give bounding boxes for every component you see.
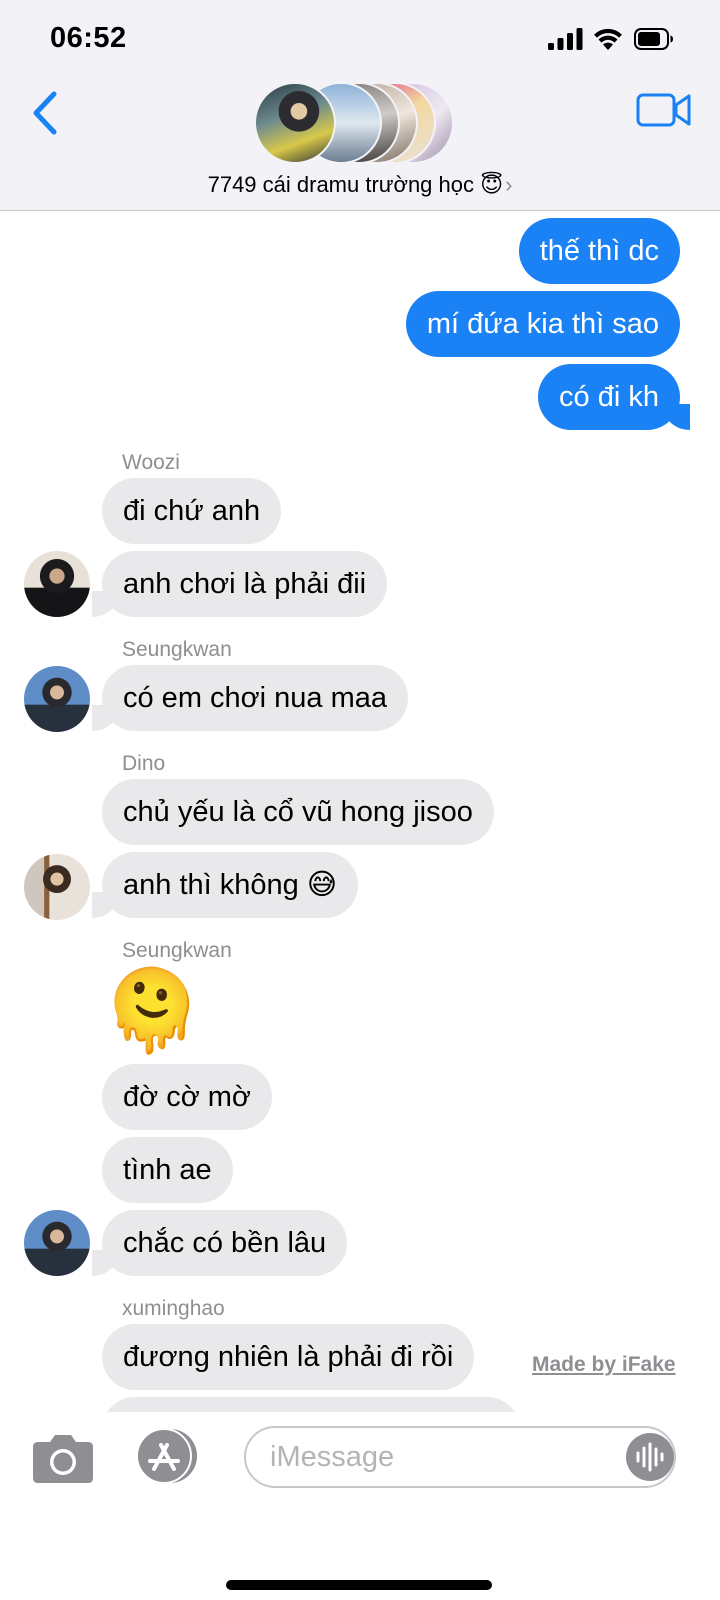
message-bubble-outgoing[interactable]: thế thì dc [518, 218, 680, 284]
melting-face-emoji[interactable]: 🫠 [102, 963, 202, 1059]
message-bubble-incoming[interactable]: chắc có bền lâu [102, 1210, 348, 1276]
sender-name: Seungkwan [122, 939, 232, 962]
avatar-seungkwan[interactable] [24, 1210, 90, 1276]
message-bubble-incoming[interactable]: đương nhiên là phải đi rồi [102, 1324, 475, 1390]
wifi-icon [594, 28, 622, 50]
battery-icon [634, 28, 673, 50]
back-button[interactable] [28, 88, 68, 138]
bubble-tail [664, 404, 690, 430]
sender-name: Seungkwan [122, 638, 232, 661]
conversation-header: 06:52 7749 cái dramu trường học 😇› [0, 0, 720, 211]
message-bubble-incoming[interactable]: anh thì không 😅 [102, 852, 359, 918]
group-name[interactable]: 7749 cái dramu trường học 😇› [0, 172, 720, 198]
sender-name: Dino [122, 752, 166, 775]
video-call-button[interactable] [636, 90, 692, 130]
bubble-tail [92, 705, 118, 731]
camera-button[interactable] [32, 1432, 94, 1484]
sender-name: xuminghao [122, 1297, 225, 1320]
watermark-label: Made by iFake [532, 1353, 676, 1376]
message-list[interactable]: thế thì dc mí đứa kia thì sao có đi kh W… [0, 211, 720, 1441]
message-bubble-incoming[interactable]: chủ yếu là cổ vũ hong jisoo [102, 779, 494, 845]
bubble-tail [92, 591, 118, 617]
avatar-dino[interactable] [24, 854, 90, 920]
group-avatar-stack[interactable] [254, 82, 460, 164]
imessage-input[interactable] [244, 1426, 676, 1488]
message-bubble-outgoing[interactable]: mí đứa kia thì sao [405, 291, 680, 357]
home-indicator[interactable] [226, 1580, 492, 1590]
bubble-tail [92, 1250, 118, 1276]
cellular-signal-icon [548, 28, 583, 50]
app-store-button[interactable] [134, 1428, 204, 1484]
chevron-right-icon: › [505, 172, 513, 197]
message-bubble-incoming[interactable]: anh chơi là phải đii [102, 551, 388, 617]
message-bubble-incoming[interactable]: có em chơi nua maa [102, 665, 409, 731]
message-bubble-outgoing[interactable]: có đi kh [538, 364, 680, 430]
group-name-text: 7749 cái dramu trường học [207, 172, 474, 197]
group-avatar-1 [254, 82, 336, 164]
message-composer [0, 1412, 720, 1600]
message-bubble-incoming[interactable]: đờ cờ mờ [102, 1064, 272, 1130]
bubble-tail [92, 892, 118, 918]
sender-name: Woozi [122, 451, 180, 474]
group-name-emoji: 😇 [480, 172, 504, 197]
avatar-woozi[interactable] [24, 551, 90, 617]
waveform-icon [636, 1442, 664, 1472]
status-time: 06:52 [50, 22, 127, 54]
avatar-seungkwan[interactable] [24, 666, 90, 732]
message-bubble-incoming[interactable]: đi chứ anh [102, 478, 282, 544]
voice-message-button[interactable] [626, 1433, 674, 1481]
message-bubble-incoming[interactable]: tình ae [102, 1137, 233, 1203]
